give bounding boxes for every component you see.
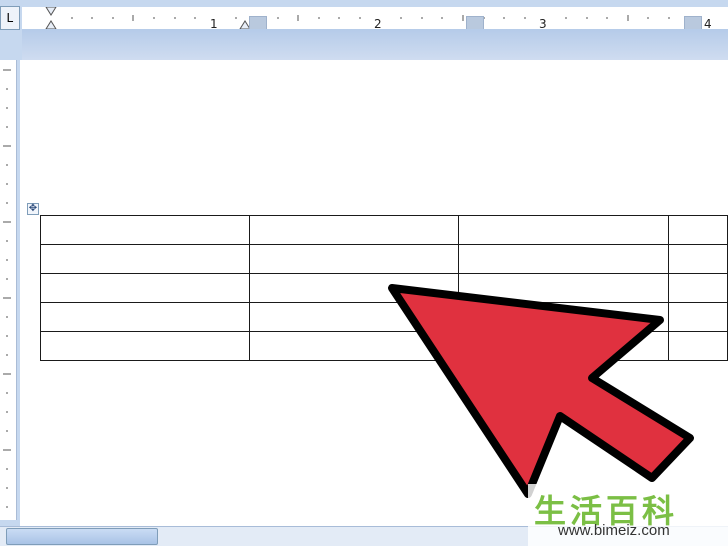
table-move-handle-icon[interactable]: ✥ [27, 203, 39, 215]
table-cell[interactable] [39, 273, 251, 303]
tab-selector-button[interactable]: L [0, 6, 20, 30]
table-cell[interactable] [39, 331, 251, 361]
table-cell[interactable] [458, 331, 670, 361]
first-line-indent-marker [45, 7, 57, 16]
table-cell[interactable] [39, 215, 251, 245]
column-marker[interactable] [249, 16, 267, 30]
table-row [39, 331, 728, 361]
watermark: 生活百科 www.bimeiz.com [528, 484, 728, 546]
document-table[interactable] [39, 215, 728, 361]
table-cell[interactable] [249, 244, 460, 274]
vertical-ruler-ticks [3, 69, 11, 508]
table-cell[interactable] [668, 273, 728, 303]
table-cell[interactable] [458, 302, 670, 332]
table-cell[interactable] [458, 215, 670, 245]
table-cell[interactable] [249, 331, 460, 361]
table-cell[interactable] [668, 302, 728, 332]
watermark-url: www.bimeiz.com [558, 522, 670, 539]
table-cell[interactable] [668, 331, 728, 361]
table-cell[interactable] [39, 302, 251, 332]
table-cell[interactable] [458, 244, 670, 274]
ruler-strip [22, 29, 728, 60]
table-cell[interactable] [668, 244, 728, 274]
column-marker[interactable] [466, 16, 484, 30]
table-cell[interactable] [668, 215, 728, 245]
ruler-area: L 1 2 3 4 [0, 0, 728, 60]
table-cell[interactable] [458, 273, 670, 303]
table-cell[interactable] [249, 215, 460, 245]
table-row [39, 302, 728, 332]
table-cell[interactable] [39, 244, 251, 274]
scrollbar-thumb[interactable] [6, 528, 158, 545]
hanging-indent-marker [45, 20, 57, 29]
column-marker[interactable] [684, 16, 702, 30]
table-row [39, 273, 728, 303]
horizontal-ruler[interactable]: 1 2 3 4 [22, 7, 728, 31]
table-row [39, 215, 728, 245]
table-cell[interactable] [249, 302, 460, 332]
table-row [39, 244, 728, 274]
vertical-ruler[interactable] [0, 60, 17, 520]
table-cell[interactable] [249, 273, 460, 303]
